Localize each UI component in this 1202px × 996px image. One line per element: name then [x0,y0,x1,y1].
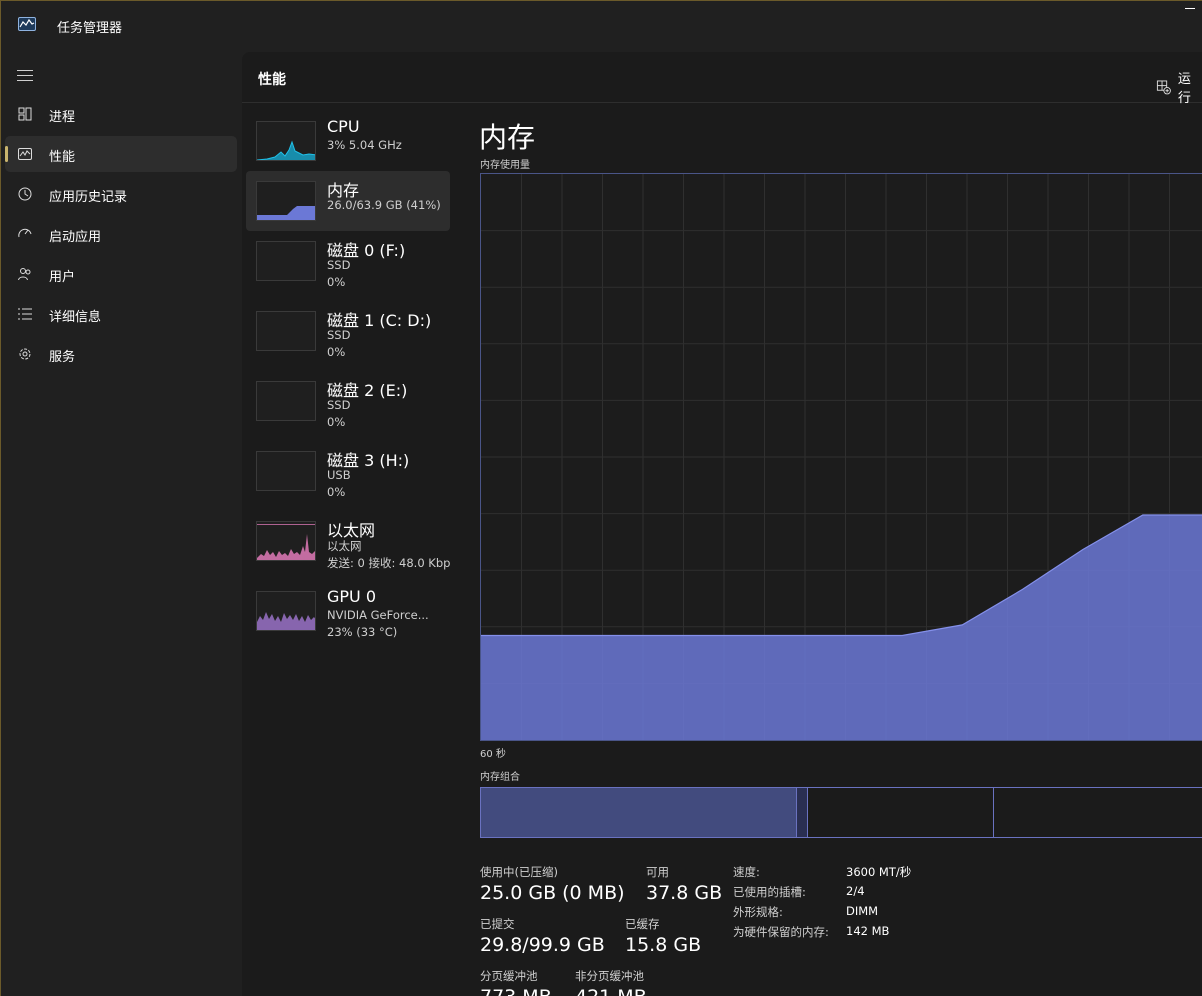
sidebar-item-label: 服务 [49,350,76,365]
run-task-label: 运行 [1177,72,1191,106]
sidebar-item-label: 性能 [49,150,76,165]
committed-value: 29.8/99.9 GB [480,934,605,956]
composition-in-use [481,788,796,837]
available-label: 可用 [646,865,669,879]
form-factor-key: 外形规格: [733,905,783,919]
device-disk-0[interactable]: 磁盘 0 (F:) SSD 0% [246,231,450,291]
startup-apps-icon [18,228,32,238]
minimize-button[interactable] [1185,8,1195,9]
device-detail: USB [327,468,351,482]
memory-usage-area [481,515,1202,740]
device-disk-1[interactable]: 磁盘 1 (C: D:) SSD 0% [246,301,450,361]
device-usage: 0% [327,345,346,359]
device-disk-3[interactable]: 磁盘 3 (H:) USB 0% [246,441,450,501]
sidebar-item-label: 进程 [49,110,76,125]
chart-title: 内存使用量 [480,160,530,171]
sidebar-item-label: 用户 [49,270,76,285]
run-task-button[interactable]: 运行 [1156,68,1202,106]
sidebar-item-startup-apps[interactable]: 启动应用 [5,216,237,252]
sidebar-item-label: 详细信息 [49,310,102,325]
composition-free [994,788,1202,837]
device-ethernet[interactable]: 以太网 以太网 发送: 0 接收: 48.0 Kbp [246,511,450,571]
speed-value: 3600 MT/秒 [846,865,912,879]
app-title: 任务管理器 [57,21,123,36]
sidebar-item-users[interactable]: 用户 [5,256,237,292]
task-manager-icon [18,17,36,31]
performance-icon [18,148,32,160]
device-detail: SSD [327,328,351,342]
composition-modified [796,788,808,837]
committed-label: 已提交 [480,917,515,931]
device-thumbnail [256,591,316,631]
device-thumbnail [256,121,316,161]
form-factor-value: DIMM [846,904,879,918]
device-disk-2[interactable]: 磁盘 2 (E:) SSD 0% [246,371,450,431]
chart-time-label: 60 秒 [480,749,506,760]
slots-key: 已使用的插槽: [733,885,806,899]
app-history-icon [18,187,32,201]
cached-label: 已缓存 [625,917,660,931]
device-gpu[interactable]: GPU 0 NVIDIA GeForce... 23% (33 °C) [246,581,450,641]
page-title: 性能 [258,72,286,88]
slots-value: 2/4 [846,884,865,898]
device-detail: SSD [327,258,351,272]
sidebar-item-label: 应用历史记录 [49,190,128,205]
in-use-label: 使用中(已压缩) [480,865,558,879]
hardware-reserved-value: 142 MB [846,924,890,938]
nonpaged-pool-label: 非分页缓冲池 [575,969,644,983]
in-use-value: 25.0 GB (0 MB) [480,882,625,904]
composition-label: 内存组合 [480,772,520,783]
device-thumbnail [256,181,316,221]
services-icon [19,348,31,360]
device-usage: 23% (33 °C) [327,625,398,639]
device-usage: 0% [327,415,346,429]
device-detail: NVIDIA GeForce... [327,608,429,622]
device-detail: SSD [327,398,351,412]
device-memory[interactable]: 内存 26.0/63.9 GB (41%) [246,171,450,231]
device-thumbnail [256,381,316,421]
device-thumbnail [256,521,316,561]
sidebar-item-processes[interactable]: 进程 [5,96,237,132]
run-task-icon [1156,80,1171,95]
title-bar: 任务管理器 [0,0,1202,52]
device-detail: 以太网 [327,539,362,553]
processes-icon [18,107,32,121]
paged-pool-value: 773 MB [480,986,552,996]
sidebar-item-label: 启动应用 [49,230,102,245]
active-indicator [5,146,8,162]
device-name: GPU 0 [327,587,377,606]
cached-value: 15.8 GB [625,934,702,956]
users-icon [18,268,31,281]
device-usage: 0% [327,275,346,289]
hardware-reserved-key: 为硬件保留的内存: [733,925,829,939]
sidebar-item-details[interactable]: 详细信息 [5,296,237,332]
hamburger-menu-icon[interactable] [17,70,33,82]
speed-key: 速度: [733,865,760,879]
device-thumbnail [256,451,316,491]
device-thumbnail [256,241,316,281]
memory-usage-chart [480,173,1202,741]
sidebar-item-app-history[interactable]: 应用历史记录 [5,176,237,212]
device-detail: 3% 5.04 GHz [327,138,402,152]
device-thumbnail [256,311,316,351]
details-icon [18,308,32,320]
sidebar-item-performance[interactable]: 性能 [5,136,237,172]
panel-header: 性能 运行 [242,52,1202,106]
detail-title: 内存 [479,121,536,154]
memory-usage-svg [481,174,1202,740]
sidebar-item-services[interactable]: 服务 [5,336,237,372]
device-usage: 发送: 0 接收: 48.0 Kbp [327,556,451,570]
device-name: CPU [327,117,360,136]
memory-composition-bar [480,787,1202,838]
sidebar: 进程 性能 应用历史记录 启动应用 用户 详细信息 服务 [0,52,242,996]
device-detail: 26.0/63.9 GB (41%) [327,198,441,212]
composition-standby [808,788,994,837]
device-usage: 0% [327,485,346,499]
available-value: 37.8 GB [646,882,723,904]
performance-panel: 性能 运行 CPU 3% 5.04 GHz 内存 26.0/63.9 GB (4… [242,52,1202,996]
paged-pool-label: 分页缓冲池 [480,969,538,983]
device-cpu[interactable]: CPU 3% 5.04 GHz [246,111,450,171]
nonpaged-pool-value: 421 MB [575,986,647,996]
